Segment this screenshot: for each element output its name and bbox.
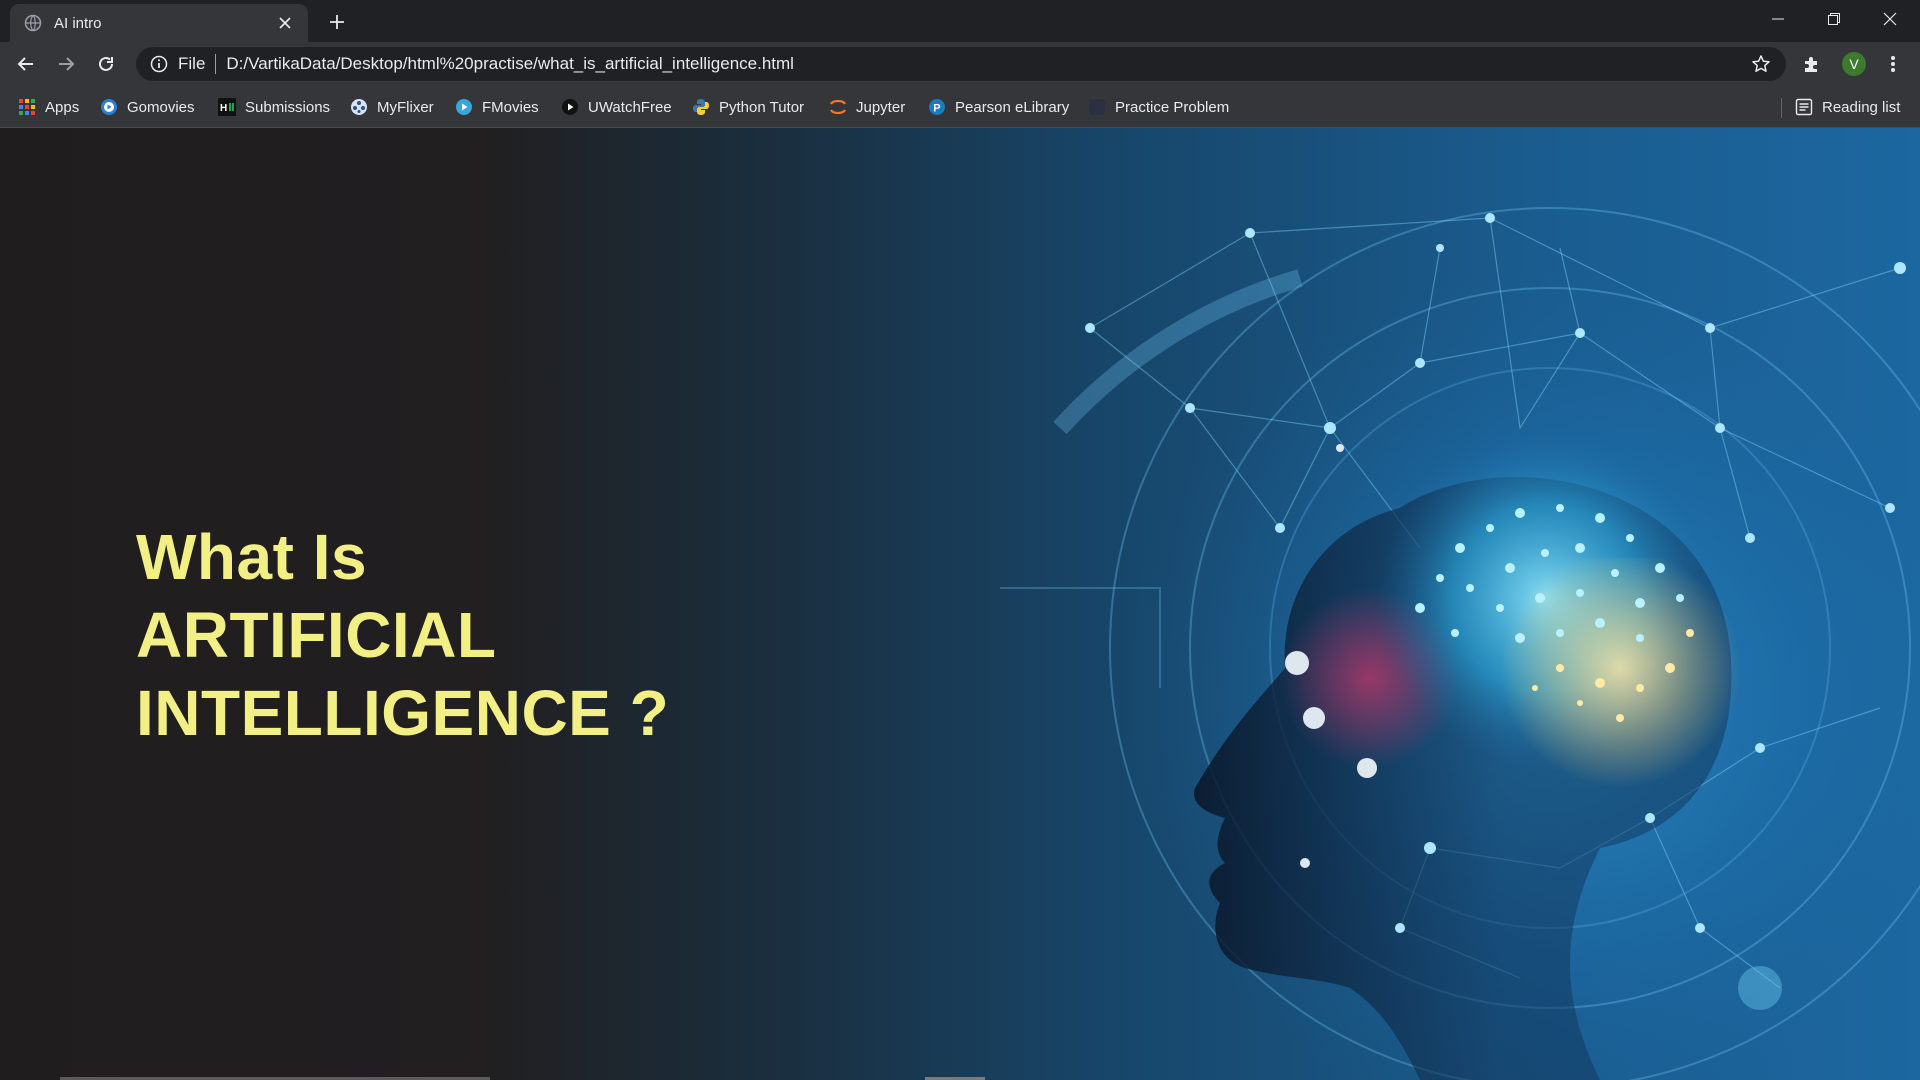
bookmark-label: Jupyter [856, 98, 906, 116]
bookmark-label: Submissions [245, 98, 331, 116]
headline-line-1: What Is [136, 521, 368, 593]
pearson-icon: P [928, 98, 946, 116]
bookmark-practice-problem[interactable]: Practice Problem [1088, 94, 1229, 120]
svg-text:P: P [933, 103, 940, 115]
back-arrow-icon[interactable] [12, 50, 40, 78]
bookmarks-bar: Apps Gomovies H Submissions MyFlixer FMo… [0, 86, 1920, 128]
bookmark-python-tutor[interactable]: Python Tutor [692, 94, 804, 120]
svg-text:H: H [220, 103, 227, 114]
page-headline: What Is ARTIFICIAL INTELLIGENCE ? [136, 518, 669, 752]
play-dark-icon [561, 98, 579, 116]
profile-avatar[interactable]: V [1840, 50, 1868, 78]
tab-strip: AI intro [0, 0, 1920, 42]
reading-list-button[interactable]: Reading list [1795, 94, 1900, 120]
practice-icon [1088, 98, 1106, 116]
bookmark-label: Apps [45, 98, 80, 116]
address-bar[interactable]: File D:/VartikaData/Desktop/html%20pract… [136, 47, 1786, 81]
bookmark-label: Python Tutor [719, 98, 805, 116]
bookmark-label: UWatchFree [588, 98, 672, 116]
bookmark-label: Practice Problem [1115, 98, 1230, 116]
headline-line-2: ARTIFICIAL [136, 599, 497, 671]
bookmark-label: Pearson eLibrary [955, 98, 1070, 116]
bookmark-apps[interactable]: Apps [18, 94, 79, 120]
reading-list-icon [1795, 98, 1813, 116]
bookmark-fmovies[interactable]: FMovies [455, 94, 539, 120]
play-circle-icon [100, 98, 118, 116]
reading-list-label: Reading list [1822, 98, 1901, 116]
bookmark-myflixer[interactable]: MyFlixer [350, 94, 434, 120]
minimize-icon[interactable] [1750, 0, 1806, 38]
url-scheme-label: File [178, 54, 206, 73]
url-text[interactable]: D:/VartikaData/Desktop/html%20practise/w… [226, 54, 1750, 74]
python-icon [692, 98, 710, 116]
tab-close-icon[interactable] [274, 12, 296, 34]
bookmark-submissions[interactable]: H Submissions [218, 94, 330, 120]
bookmark-label: FMovies [482, 98, 539, 116]
reload-icon[interactable] [92, 50, 120, 78]
bookmark-jupyter[interactable]: Jupyter [829, 94, 905, 120]
bookmark-star-icon[interactable] [1750, 53, 1772, 75]
avatar: V [1842, 52, 1866, 76]
tab-title: AI intro [54, 14, 102, 32]
headline-line-3: INTELLIGENCE ? [136, 677, 670, 749]
forward-arrow-icon[interactable] [52, 50, 80, 78]
close-window-icon[interactable] [1862, 0, 1918, 38]
play-icon [455, 98, 473, 116]
jupyter-icon [829, 98, 847, 116]
hackerrank-icon: H [218, 98, 236, 116]
bookmark-uwatchfree[interactable]: UWatchFree [561, 94, 672, 120]
apps-grid-icon [18, 98, 36, 116]
info-icon[interactable] [150, 55, 168, 73]
bookmark-label: Gomovies [127, 98, 195, 116]
bookmark-label: MyFlixer [377, 98, 434, 116]
film-reel-icon [350, 98, 368, 116]
restore-icon[interactable] [1806, 0, 1862, 38]
globe-icon [24, 14, 42, 32]
page-viewport: What Is ARTIFICIAL INTELLIGENCE ? [0, 128, 1920, 1080]
bookmark-pearson-elibrary[interactable]: P Pearson eLibrary [928, 94, 1069, 120]
tab-ai-intro[interactable]: AI intro [10, 4, 308, 42]
url-separator [215, 54, 217, 74]
browser-toolbar: File D:/VartikaData/Desktop/html%20pract… [0, 42, 1920, 86]
extensions-puzzle-icon[interactable] [1798, 50, 1826, 78]
menu-kebab-icon[interactable] [1879, 50, 1907, 78]
new-tab-button[interactable] [324, 9, 350, 35]
bookmarks-divider [1781, 98, 1782, 118]
bookmark-gomovies[interactable]: Gomovies [100, 94, 195, 120]
